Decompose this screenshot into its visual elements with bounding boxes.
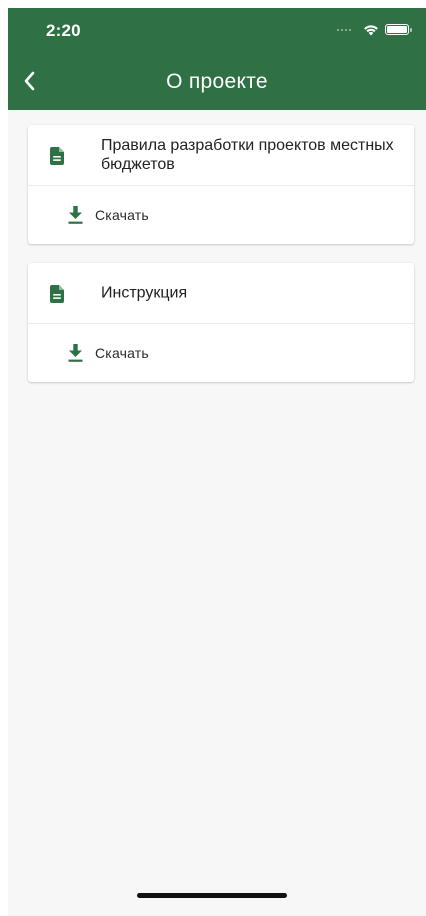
app-bar: 2:20 О проекте xyxy=(8,8,426,110)
document-header: Инструкция xyxy=(28,263,414,324)
document-card: Инструкция Скачать xyxy=(28,263,414,382)
page-title: О проекте xyxy=(166,70,268,93)
download-label: Скачать xyxy=(95,207,149,223)
wifi-icon xyxy=(364,25,378,36)
document-card: Правила разработки проектов местных бюдж… xyxy=(28,125,414,244)
document-title: Правила разработки проектов местных бюдж… xyxy=(101,137,394,173)
document-header: Правила разработки проектов местных бюдж… xyxy=(28,125,414,186)
document-title: Инструкция xyxy=(101,284,188,302)
download-button[interactable]: Скачать xyxy=(28,324,414,382)
document-icon xyxy=(50,147,64,165)
home-indicator[interactable] xyxy=(137,893,287,898)
cellular-signal-icon xyxy=(337,29,351,31)
document-icon xyxy=(50,285,64,303)
navigation-bar: О проекте xyxy=(8,52,426,110)
download-label: Скачать xyxy=(95,345,149,361)
download-button[interactable]: Скачать xyxy=(28,186,414,244)
battery-icon xyxy=(385,24,412,35)
download-icon xyxy=(68,344,83,362)
download-icon xyxy=(68,206,83,224)
documents-list: Правила разработки проектов местных бюдж… xyxy=(28,125,414,401)
app-screen: 2:20 О проекте Правила разработки проект… xyxy=(8,8,426,916)
status-time: 2:20 xyxy=(46,21,81,40)
status-bar: 2:20 xyxy=(8,8,426,52)
